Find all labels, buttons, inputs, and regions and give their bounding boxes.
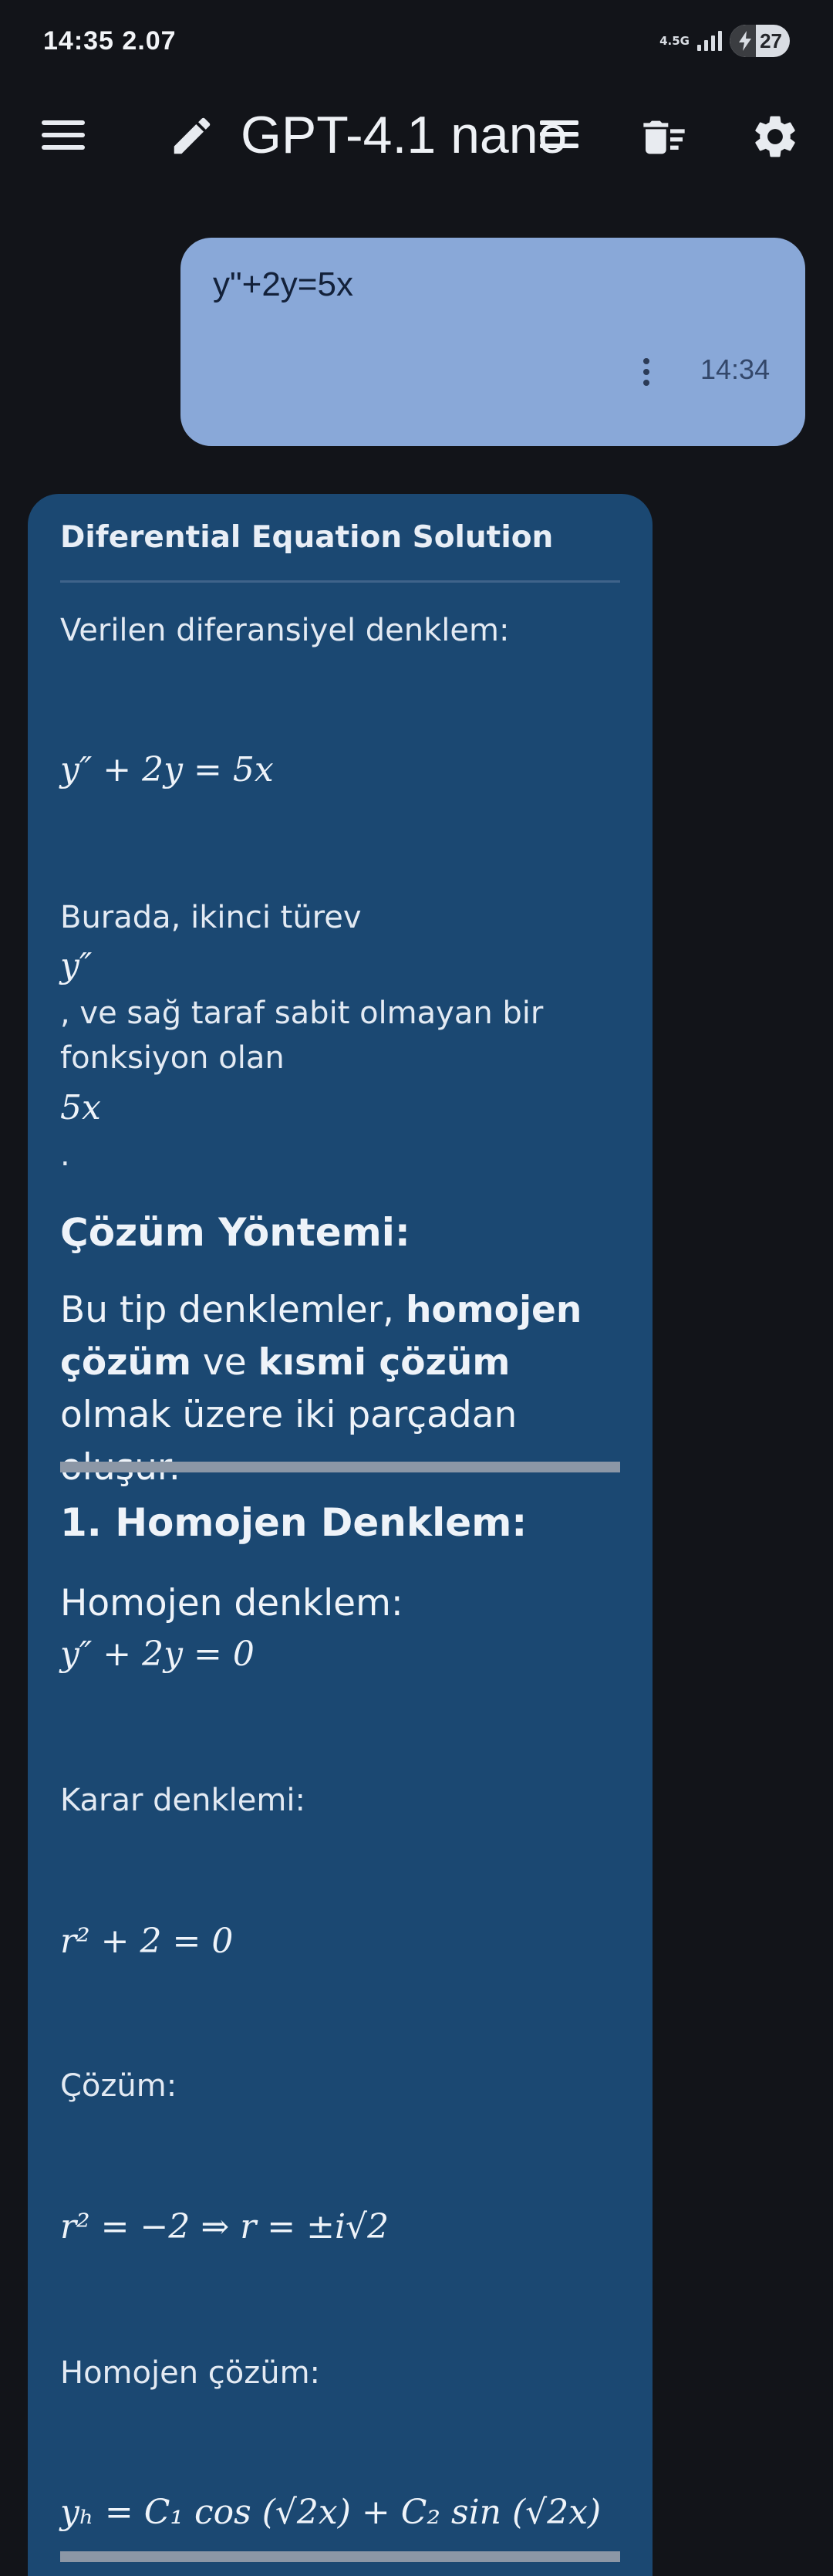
equation-karar: r² + 2 = 0	[60, 1922, 234, 1961]
equation-homojen: y″ + 2y = 0	[60, 1635, 255, 1674]
text-sag-taraf: , ve sağ taraf sabit olmayan bir fonksiy…	[60, 996, 544, 1076]
menu-icon[interactable]	[40, 116, 86, 154]
battery-level: 27	[760, 29, 782, 52]
delete-sweep-icon[interactable]	[639, 113, 690, 162]
equation-cozum: r² = −2 ⇒ r = ±i√2	[60, 2207, 390, 2246]
pencil-icon[interactable]	[168, 112, 216, 160]
equation-main: y″ + 2y = 5x	[60, 750, 274, 789]
homojen-label: Homojen denklem:	[60, 1582, 403, 1624]
list-icon[interactable]	[540, 120, 578, 151]
section-title-method: Çözüm Yöntemi:	[60, 1210, 410, 1255]
response-heading: Diferential Equation Solution	[60, 520, 554, 555]
message-time: 14:34	[700, 353, 771, 385]
text-dot: .	[60, 1138, 70, 1173]
status-time: 14:35 2.07	[43, 26, 177, 56]
karar-label: Karar denklemi:	[60, 1783, 305, 1818]
user-message-text: y"+2y=5x	[213, 265, 353, 303]
page-title: GPT-4.1 nano	[241, 106, 568, 164]
section-divider-bottom	[60, 2551, 620, 2562]
cozum-label: Çözüm:	[60, 2068, 177, 2104]
homojen-cozum-label: Homojen çözüm:	[60, 2355, 321, 2391]
text-burada: Burada, ikinci türev	[60, 900, 362, 935]
section-title-homojen: 1. Homojen Denklem:	[60, 1500, 528, 1545]
network-type: 4.5G	[659, 34, 690, 48]
more-vert-icon[interactable]	[639, 358, 654, 392]
gear-icon[interactable]	[750, 111, 801, 162]
divider	[60, 580, 620, 583]
section-divider	[60, 1462, 620, 1472]
intro-text: Verilen diferansiyel denklem:	[60, 613, 510, 648]
status-bar: 14:35 2.07 4.5G 27	[0, 0, 833, 85]
equation-5x: 5x	[60, 1088, 101, 1127]
battery-icon: 27	[730, 25, 790, 57]
user-message-bubble[interactable]: y"+2y=5x 14:34	[180, 238, 805, 446]
equation-yh: yₕ = C₁ cos (√2x) + C₂ sin (√2x)	[60, 2493, 602, 2532]
signal-icon	[697, 31, 722, 51]
ai-message-bubble[interactable]: Diferential Equation Solution Verilen di…	[28, 494, 653, 2576]
equation-ypp: y″	[60, 946, 93, 985]
status-indicators: 4.5G 27	[659, 25, 790, 57]
app-bar: GPT-4.1 nano	[0, 85, 833, 185]
